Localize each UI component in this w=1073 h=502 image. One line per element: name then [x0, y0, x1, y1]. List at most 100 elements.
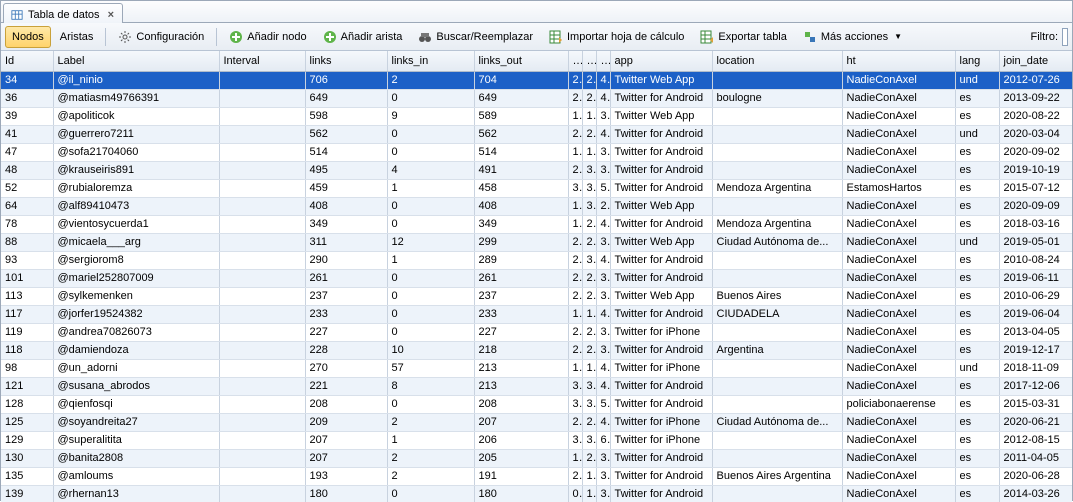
cell-links[interactable]: 207: [305, 449, 387, 467]
cell-lang[interactable]: es: [955, 485, 999, 502]
export-button[interactable]: Exportar tabla: [693, 26, 793, 48]
table-row[interactable]: 88@micaela___arg31112299223Twitter Web A…: [1, 233, 1072, 251]
cell-ht[interactable]: EstamosHartos: [842, 179, 955, 197]
cell-c2[interactable]: 3: [582, 377, 596, 395]
table-row[interactable]: 34@il_ninio7062704224Twitter Web AppNadi…: [1, 71, 1072, 89]
cell-location[interactable]: Ciudad Autónoma de...: [712, 413, 842, 431]
cell-label[interactable]: @amloums: [53, 467, 219, 485]
cell-join[interactable]: 2020-09-02: [999, 143, 1072, 161]
cell-join[interactable]: 2013-09-22: [999, 89, 1072, 107]
cell-lang[interactable]: es: [955, 179, 999, 197]
cell-lang[interactable]: es: [955, 269, 999, 287]
cell-links_out[interactable]: 237: [474, 287, 568, 305]
cell-join[interactable]: 2010-08-24: [999, 251, 1072, 269]
table-row[interactable]: 39@apoliticok5989589113Twitter Web AppNa…: [1, 107, 1072, 125]
cell-join[interactable]: 2018-11-09: [999, 359, 1072, 377]
cell-ht[interactable]: NadieConAxel: [842, 341, 955, 359]
cell-ht[interactable]: NadieConAxel: [842, 287, 955, 305]
cell-lang[interactable]: und: [955, 71, 999, 89]
cell-ht[interactable]: NadieConAxel: [842, 125, 955, 143]
cell-links_out[interactable]: 213: [474, 359, 568, 377]
cell-interval[interactable]: [219, 143, 305, 161]
cell-id[interactable]: 41: [1, 125, 53, 143]
cell-app[interactable]: Twitter for Android: [610, 341, 712, 359]
cell-ht[interactable]: NadieConAxel: [842, 305, 955, 323]
column-header-lang[interactable]: lang: [955, 51, 999, 71]
cell-links_out[interactable]: 180: [474, 485, 568, 502]
cell-c2[interactable]: 2: [582, 233, 596, 251]
cell-c2[interactable]: 1: [582, 467, 596, 485]
cell-interval[interactable]: [219, 287, 305, 305]
cell-c1[interactable]: 2: [568, 251, 582, 269]
cell-ht[interactable]: NadieConAxel: [842, 143, 955, 161]
cell-c2[interactable]: 3: [582, 179, 596, 197]
cell-id[interactable]: 64: [1, 197, 53, 215]
cell-c3[interactable]: 3: [596, 323, 610, 341]
table-row[interactable]: 130@banita28082072205123Twitter for Andr…: [1, 449, 1072, 467]
cell-links_out[interactable]: 349: [474, 215, 568, 233]
cell-links_in[interactable]: 8: [387, 377, 474, 395]
cell-links_in[interactable]: 0: [387, 125, 474, 143]
cell-links[interactable]: 233: [305, 305, 387, 323]
cell-join[interactable]: 2010-06-29: [999, 287, 1072, 305]
cell-id[interactable]: 128: [1, 395, 53, 413]
cell-location[interactable]: [712, 197, 842, 215]
cell-c1[interactable]: 2: [568, 71, 582, 89]
cell-lang[interactable]: es: [955, 431, 999, 449]
cell-lang[interactable]: es: [955, 377, 999, 395]
cell-links_in[interactable]: 10: [387, 341, 474, 359]
cell-id[interactable]: 98: [1, 359, 53, 377]
cell-c3[interactable]: 4: [596, 305, 610, 323]
cell-links_out[interactable]: 458: [474, 179, 568, 197]
cell-links[interactable]: 237: [305, 287, 387, 305]
cell-interval[interactable]: [219, 107, 305, 125]
cell-id[interactable]: 101: [1, 269, 53, 287]
cell-links[interactable]: 311: [305, 233, 387, 251]
cell-links[interactable]: 562: [305, 125, 387, 143]
cell-label[interactable]: @matiasm49766391: [53, 89, 219, 107]
cell-lang[interactable]: es: [955, 107, 999, 125]
cell-links_in[interactable]: 2: [387, 71, 474, 89]
cell-c3[interactable]: 3: [596, 143, 610, 161]
cell-interval[interactable]: [219, 485, 305, 502]
cell-c1[interactable]: 2: [568, 323, 582, 341]
cell-links_in[interactable]: 2: [387, 467, 474, 485]
cell-c1[interactable]: 2: [568, 413, 582, 431]
cell-location[interactable]: Mendoza Argentina: [712, 179, 842, 197]
cell-id[interactable]: 47: [1, 143, 53, 161]
cell-interval[interactable]: [219, 197, 305, 215]
cell-c3[interactable]: 4: [596, 359, 610, 377]
cell-join[interactable]: 2014-03-26: [999, 485, 1072, 502]
cell-app[interactable]: Twitter for iPhone: [610, 323, 712, 341]
cell-id[interactable]: 139: [1, 485, 53, 502]
cell-join[interactable]: 2015-07-12: [999, 179, 1072, 197]
table-row[interactable]: 118@damiendoza22810218223Twitter for And…: [1, 341, 1072, 359]
cell-links_in[interactable]: 12: [387, 233, 474, 251]
cell-label[interactable]: @damiendoza: [53, 341, 219, 359]
cell-interval[interactable]: [219, 89, 305, 107]
column-header-c2[interactable]: …: [582, 51, 596, 71]
cell-id[interactable]: 118: [1, 341, 53, 359]
cell-interval[interactable]: [219, 179, 305, 197]
cell-label[interactable]: @krauseiris891: [53, 161, 219, 179]
cell-app[interactable]: Twitter for iPhone: [610, 431, 712, 449]
cell-links_out[interactable]: 227: [474, 323, 568, 341]
cell-join[interactable]: 2020-09-09: [999, 197, 1072, 215]
cell-ht[interactable]: NadieConAxel: [842, 71, 955, 89]
cell-c3[interactable]: 4: [596, 377, 610, 395]
cell-links[interactable]: 221: [305, 377, 387, 395]
cell-c2[interactable]: 3: [582, 431, 596, 449]
table-row[interactable]: 93@sergiorom82901289234Twitter for Andro…: [1, 251, 1072, 269]
cell-c3[interactable]: 3: [596, 449, 610, 467]
cell-links_out[interactable]: 233: [474, 305, 568, 323]
cell-ht[interactable]: NadieConAxel: [842, 161, 955, 179]
cell-links[interactable]: 598: [305, 107, 387, 125]
cell-interval[interactable]: [219, 467, 305, 485]
cell-id[interactable]: 129: [1, 431, 53, 449]
cell-interval[interactable]: [219, 431, 305, 449]
cell-lang[interactable]: es: [955, 89, 999, 107]
cell-id[interactable]: 125: [1, 413, 53, 431]
cell-c3[interactable]: 4: [596, 71, 610, 89]
cell-id[interactable]: 36: [1, 89, 53, 107]
cell-c1[interactable]: 2: [568, 89, 582, 107]
